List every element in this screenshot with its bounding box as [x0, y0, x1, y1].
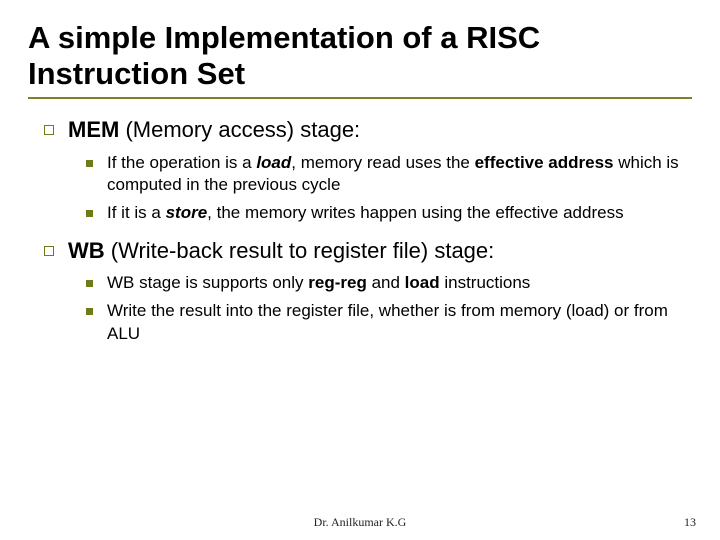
text-run: store [166, 203, 208, 222]
list-item-text: Write the result into the register file,… [107, 300, 692, 344]
section-heading-keyword: MEM [68, 117, 119, 142]
text-run: load [405, 273, 440, 292]
filled-square-bullet-icon [86, 308, 93, 315]
list-item-text: If the operation is a load, memory read … [107, 152, 692, 196]
footer: Dr. Anilkumar K.G 13 [0, 515, 720, 530]
hollow-square-bullet-icon [44, 125, 54, 135]
text-run: WB stage is supports only [107, 273, 308, 292]
text-run: reg-reg [308, 273, 367, 292]
filled-square-bullet-icon [86, 280, 93, 287]
text-run: If it is a [107, 203, 166, 222]
slide-title: A simple Implementation of a RISC Instru… [28, 20, 692, 91]
page-number: 13 [684, 515, 696, 530]
subitem-list: WB stage is supports only reg-reg and lo… [44, 272, 692, 344]
title-underline [28, 97, 692, 99]
text-run: Write the result into the register file,… [107, 301, 668, 342]
text-run: and [367, 273, 405, 292]
text-run: load [256, 153, 291, 172]
hollow-square-bullet-icon [44, 246, 54, 256]
text-run: effective address [475, 153, 614, 172]
section-heading: MEM (Memory access) stage: [68, 117, 360, 143]
section-heading-rest: (Memory access) stage: [119, 117, 360, 142]
text-run: , memory read uses the [291, 153, 474, 172]
filled-square-bullet-icon [86, 210, 93, 217]
list-item: Write the result into the register file,… [86, 300, 692, 344]
section-heading: WB (Write-back result to register file) … [68, 238, 494, 264]
list-item: If the operation is a load, memory read … [86, 152, 692, 196]
list-item: WB stage is supports only reg-reg and lo… [86, 272, 692, 294]
section-heading-row: WB (Write-back result to register file) … [44, 238, 692, 264]
section-heading-keyword: WB [68, 238, 105, 263]
text-run: instructions [440, 273, 531, 292]
text-run: , the memory writes happen using the eff… [207, 203, 623, 222]
filled-square-bullet-icon [86, 160, 93, 167]
section-heading-row: MEM (Memory access) stage: [44, 117, 692, 143]
section: WB (Write-back result to register file) … [44, 238, 692, 345]
section-heading-rest: (Write-back result to register file) sta… [105, 238, 495, 263]
subitem-list: If the operation is a load, memory read … [44, 152, 692, 224]
list-item-text: WB stage is supports only reg-reg and lo… [107, 272, 530, 294]
text-run: If the operation is a [107, 153, 256, 172]
footer-author: Dr. Anilkumar K.G [0, 515, 720, 530]
section: MEM (Memory access) stage: If the operati… [44, 117, 692, 224]
slide-content: MEM (Memory access) stage: If the operati… [28, 117, 692, 344]
slide: A simple Implementation of a RISC Instru… [0, 0, 720, 540]
list-item: If it is a store, the memory writes happ… [86, 202, 692, 224]
list-item-text: If it is a store, the memory writes happ… [107, 202, 624, 224]
